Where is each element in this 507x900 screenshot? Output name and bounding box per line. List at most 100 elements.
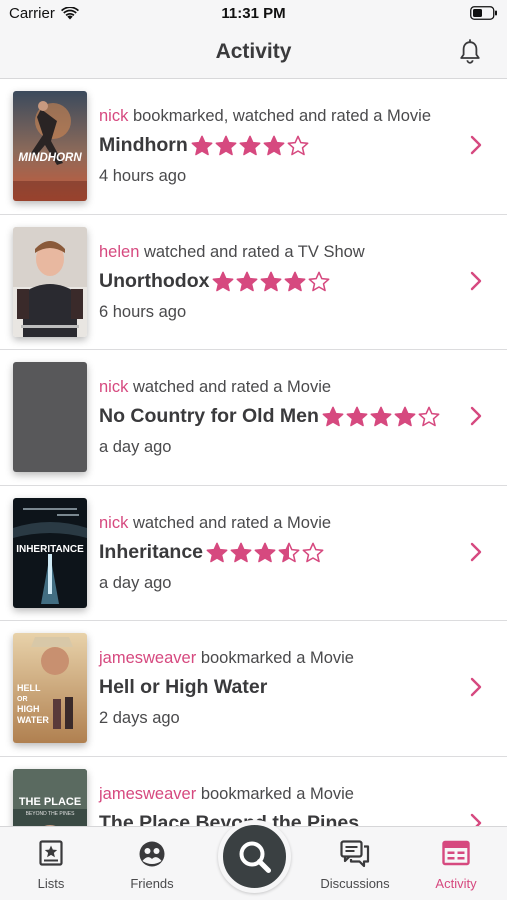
- activity-row[interactable]: THE PLACE BEYOND THE PINES jamesweaver b…: [0, 756, 507, 826]
- discussions-icon: [340, 840, 370, 868]
- page-title: Activity: [215, 40, 292, 63]
- star-filled-icon: [285, 271, 306, 291]
- media-title: Inheritance: [99, 540, 204, 563]
- activity-description: jamesweaver bookmarked a Movie: [99, 785, 354, 804]
- media-title: Hell or High Water: [99, 676, 268, 699]
- chevron-right-icon[interactable]: [469, 676, 483, 698]
- poster-title-text: INHERITANCE: [16, 544, 84, 555]
- activity-time: a day ago: [99, 438, 172, 457]
- calendar-activity-icon: [442, 840, 470, 866]
- activity-row[interactable]: MINDHORN nick bookmarked, watched and ra…: [0, 79, 507, 215]
- activity-description: nick watched and rated a Movie: [99, 378, 331, 397]
- username-link[interactable]: nick: [99, 514, 128, 532]
- activity-feed[interactable]: MINDHORN nick bookmarked, watched and ra…: [0, 79, 507, 826]
- tv-show-poster[interactable]: [13, 226, 87, 337]
- movie-poster[interactable]: THE PLACE BEYOND THE PINES: [13, 768, 87, 826]
- activity-row[interactable]: helen watched and rated a TV Show Unorth…: [0, 214, 507, 351]
- tab-label: Discussions: [320, 876, 390, 891]
- star-empty-icon: [418, 406, 440, 427]
- chevron-right-icon[interactable]: [469, 270, 483, 292]
- movie-poster[interactable]: MINDHORN: [13, 91, 87, 201]
- activity-description: nick bookmarked, watched and rated a Mov…: [99, 107, 431, 126]
- activity-action: bookmarked, watched and rated a Movie: [132, 107, 432, 125]
- star-filled-icon: [370, 406, 392, 427]
- star-filled-icon: [346, 406, 368, 427]
- username-link[interactable]: helen: [99, 243, 139, 261]
- media-title: The Place Beyond the Pines: [99, 811, 360, 826]
- activity-action: watched and rated a Movie: [132, 513, 332, 532]
- title-rating-line: Inheritance: [99, 541, 324, 564]
- chevron-right-icon[interactable]: [469, 134, 483, 156]
- username-link[interactable]: nick: [99, 378, 128, 396]
- star-filled-icon: [206, 542, 228, 563]
- title-line: Hell or High Water: [99, 676, 270, 699]
- activity-action: watched and rated a Movie: [132, 378, 332, 397]
- title-rating-line: Mindhorn: [99, 134, 309, 157]
- activity-description: nick watched and rated a Movie: [99, 514, 331, 533]
- movie-poster[interactable]: HELL OR HIGH WATER: [13, 633, 87, 744]
- star-filled-icon: [322, 406, 344, 427]
- list-star-icon: [39, 840, 63, 866]
- star-rating: [191, 135, 309, 156]
- star-filled-icon: [213, 271, 234, 291]
- poster-title-text: MINDHORN: [18, 152, 82, 164]
- media-title: Mindhorn: [99, 134, 188, 156]
- star-filled-icon: [237, 271, 258, 291]
- chevron-right-icon[interactable]: [469, 812, 483, 826]
- star-empty-icon: [287, 135, 309, 156]
- poster-subtitle-text: BEYOND THE PINES: [26, 811, 75, 817]
- star-empty-icon: [309, 271, 330, 291]
- notification-bell-icon[interactable]: [458, 39, 482, 65]
- poster-title-word: HELL: [17, 683, 41, 693]
- star-rating: [206, 542, 324, 563]
- media-title: No Country for Old Men: [99, 405, 319, 428]
- username-link[interactable]: jamesweaver: [99, 649, 196, 667]
- star-filled-icon: [263, 135, 285, 156]
- tab-lists[interactable]: Lists: [1, 827, 101, 900]
- media-title: Unorthodox: [99, 269, 210, 292]
- title-rating-line: Unorthodox: [99, 270, 330, 293]
- tab-label: Lists: [37, 876, 65, 891]
- star-filled-icon: [254, 542, 276, 563]
- username-link[interactable]: jamesweaver: [99, 785, 196, 803]
- movie-poster[interactable]: INHERITANCE: [13, 497, 87, 608]
- friends-icon: [139, 841, 165, 867]
- star-filled-icon: [191, 135, 213, 156]
- activity-time: 6 hours ago: [99, 302, 187, 321]
- tab-label: Activity: [435, 876, 477, 891]
- star-half-icon: [278, 542, 300, 563]
- title-line: The Place Beyond the Pines: [99, 812, 362, 826]
- poster-title-word: WATER: [17, 715, 49, 725]
- activity-action: watched and rated a TV Show: [143, 242, 365, 261]
- poster-title-word: HIGH: [17, 704, 40, 714]
- activity-row[interactable]: INHERITANCE nick watched and rated a Mov…: [0, 485, 507, 622]
- star-filled-icon: [230, 542, 252, 563]
- star-empty-icon: [302, 542, 324, 563]
- activity-time: 4 hours ago: [99, 167, 187, 185]
- activity-action: bookmarked a Movie: [200, 784, 354, 803]
- battery-icon: [470, 6, 497, 20]
- title-rating-line: No Country for Old Men: [99, 405, 440, 428]
- poster-title-word: OR: [17, 696, 28, 703]
- activity-row[interactable]: HELL OR HIGH WATER jamesweaver bookmarke…: [0, 621, 507, 757]
- poster-title-text: THE PLACE: [19, 796, 81, 808]
- star-filled-icon: [261, 271, 282, 291]
- chevron-right-icon[interactable]: [469, 405, 483, 427]
- star-rating: [212, 271, 330, 292]
- activity-description: jamesweaver bookmarked a Movie: [99, 649, 354, 668]
- activity-action: bookmarked a Movie: [200, 649, 354, 668]
- star-rating: [322, 406, 440, 427]
- search-button[interactable]: [218, 820, 291, 893]
- poster-placeholder[interactable]: [13, 362, 87, 473]
- username-link[interactable]: nick: [99, 107, 128, 125]
- tab-activity[interactable]: Activity: [406, 827, 506, 900]
- status-bar: Carrier 11:31 PM: [0, 0, 507, 28]
- chevron-right-icon[interactable]: [469, 541, 483, 563]
- tab-friends[interactable]: Friends: [102, 827, 202, 900]
- star-filled-icon: [239, 135, 261, 156]
- activity-time: a day ago: [99, 573, 172, 592]
- tab-discussions[interactable]: Discussions: [305, 827, 405, 900]
- activity-row[interactable]: nick watched and rated a Movie No Countr…: [0, 350, 507, 486]
- nav-bar: Activity: [0, 28, 507, 79]
- tab-label: Friends: [130, 876, 174, 891]
